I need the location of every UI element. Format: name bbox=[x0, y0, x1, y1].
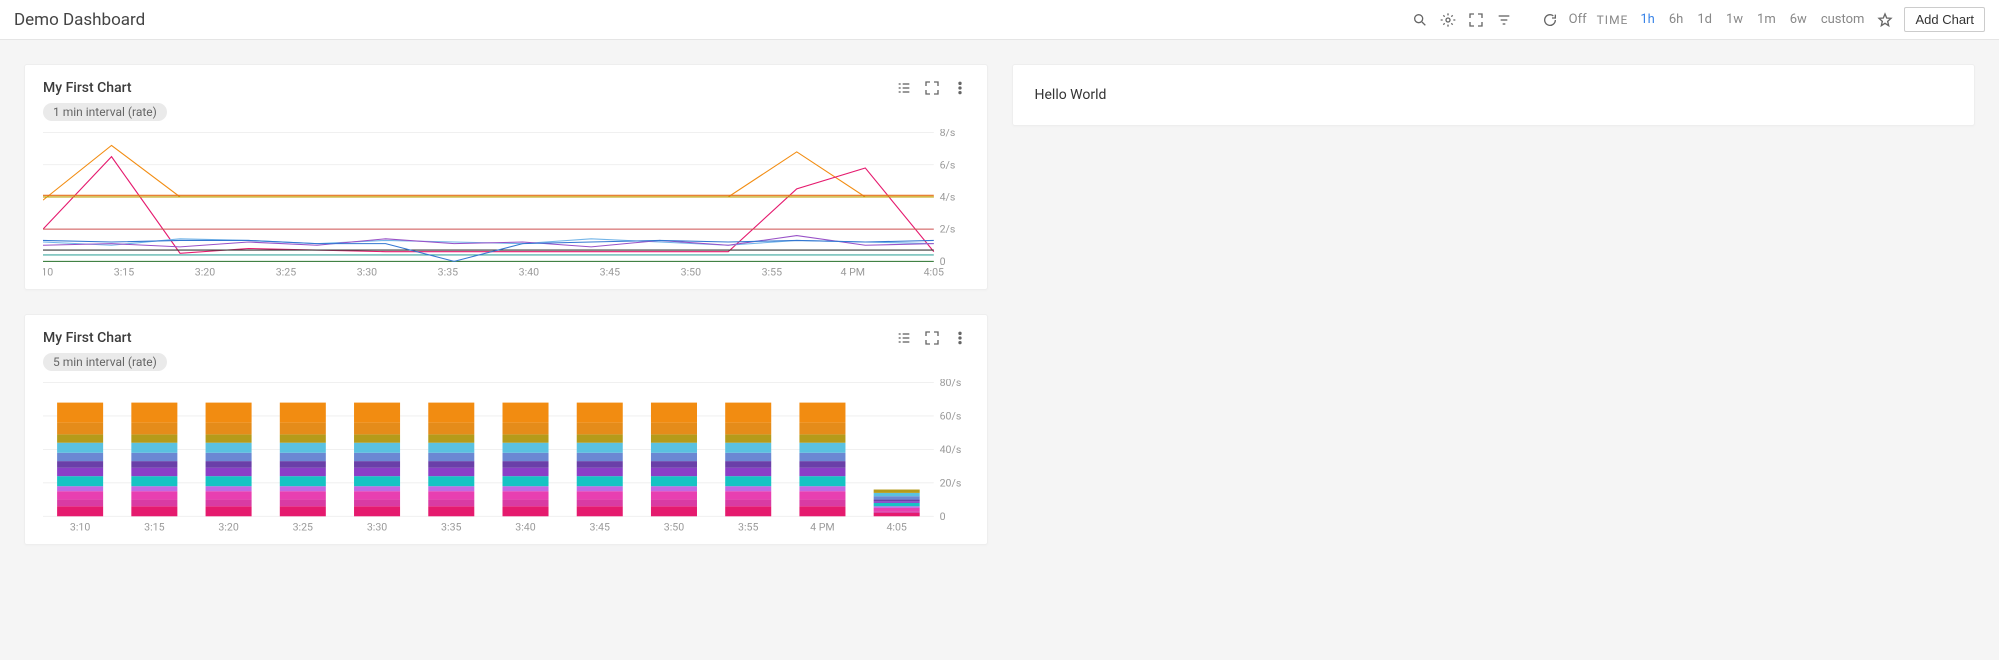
more-icon[interactable] bbox=[951, 329, 969, 347]
chart-1-plot[interactable]: 8/s 6/s 4/s 2/s 0 3:10 3:15 3:20 3:25 3:30 3:35 3:4… bbox=[43, 129, 969, 279]
chart-card-2: My First Chart 5 min interval (rate) 80/… bbox=[24, 314, 988, 545]
svg-text:3:40: 3:40 bbox=[519, 268, 540, 279]
time-range-6h[interactable]: 6h bbox=[1667, 12, 1685, 27]
svg-text:3:45: 3:45 bbox=[600, 268, 621, 279]
legend-icon[interactable] bbox=[895, 329, 913, 347]
expand-icon[interactable] bbox=[923, 329, 941, 347]
time-range-1w[interactable]: 1w bbox=[1724, 12, 1745, 27]
time-range-1m[interactable]: 1m bbox=[1755, 12, 1778, 27]
chart-card-1-actions bbox=[895, 79, 969, 97]
add-chart-button[interactable]: Add Chart bbox=[1904, 7, 1985, 32]
svg-text:4 PM: 4 PM bbox=[841, 268, 866, 279]
chart-card-2-actions bbox=[895, 329, 969, 347]
more-icon[interactable] bbox=[951, 79, 969, 97]
interval-pill[interactable]: 1 min interval (rate) bbox=[43, 103, 167, 121]
text-panel-content: Hello World bbox=[1035, 87, 1953, 103]
svg-text:80/s: 80/s bbox=[940, 379, 962, 389]
svg-text:3:25: 3:25 bbox=[293, 523, 314, 534]
search-icon[interactable] bbox=[1411, 11, 1429, 29]
chart-title: My First Chart bbox=[43, 80, 132, 96]
time-range-1h[interactable]: 1h bbox=[1638, 12, 1656, 27]
svg-text:3:50: 3:50 bbox=[664, 523, 685, 534]
svg-text:3:10: 3:10 bbox=[43, 268, 54, 279]
time-range-6w[interactable]: 6w bbox=[1788, 12, 1809, 27]
svg-text:0: 0 bbox=[940, 512, 946, 523]
svg-text:4:05: 4:05 bbox=[924, 268, 945, 279]
time-range-1d[interactable]: 1d bbox=[1695, 12, 1714, 27]
time-section-label: TIME bbox=[1597, 13, 1629, 27]
svg-text:2/s: 2/s bbox=[940, 225, 956, 236]
svg-text:3:40: 3:40 bbox=[515, 523, 536, 534]
svg-text:4 PM: 4 PM bbox=[810, 523, 835, 534]
page-title: Demo Dashboard bbox=[14, 10, 145, 30]
svg-text:3:50: 3:50 bbox=[681, 268, 702, 279]
right-column: Hello World bbox=[1012, 64, 1976, 126]
svg-text:3:55: 3:55 bbox=[738, 523, 759, 534]
svg-text:3:15: 3:15 bbox=[144, 523, 165, 534]
gear-icon[interactable] bbox=[1439, 11, 1457, 29]
svg-text:3:55: 3:55 bbox=[762, 268, 783, 279]
svg-text:3:25: 3:25 bbox=[276, 268, 297, 279]
svg-text:60/s: 60/s bbox=[940, 412, 962, 423]
svg-text:3:35: 3:35 bbox=[438, 268, 459, 279]
filter-icon[interactable] bbox=[1495, 11, 1513, 29]
svg-text:3:15: 3:15 bbox=[114, 268, 135, 279]
interval-pill[interactable]: 5 min interval (rate) bbox=[43, 353, 167, 371]
expand-icon[interactable] bbox=[923, 79, 941, 97]
legend-icon[interactable] bbox=[895, 79, 913, 97]
chart-card-1-head: My First Chart bbox=[43, 79, 969, 97]
svg-text:8/s: 8/s bbox=[940, 129, 956, 139]
svg-text:3:30: 3:30 bbox=[357, 268, 378, 279]
chart-card-2-head: My First Chart bbox=[43, 329, 969, 347]
fullscreen-icon[interactable] bbox=[1467, 11, 1485, 29]
refresh-icon[interactable] bbox=[1541, 11, 1559, 29]
svg-text:3:45: 3:45 bbox=[590, 523, 611, 534]
svg-text:40/s: 40/s bbox=[940, 445, 962, 456]
svg-text:3:10: 3:10 bbox=[70, 523, 91, 534]
svg-text:0: 0 bbox=[940, 257, 946, 268]
chart-card-1: My First Chart 1 min interval (rate) 8/s… bbox=[24, 64, 988, 290]
svg-text:3:30: 3:30 bbox=[367, 523, 388, 534]
time-range-custom[interactable]: custom bbox=[1819, 12, 1867, 27]
topbar-actions: Off TIME 1h 6h 1d 1w 1m 6w custom Add Chart bbox=[1411, 7, 1985, 32]
chart-title: My First Chart bbox=[43, 330, 132, 346]
svg-text:20/s: 20/s bbox=[940, 479, 962, 490]
dashboard-body: My First Chart 1 min interval (rate) 8/s… bbox=[0, 40, 1999, 569]
svg-text:3:35: 3:35 bbox=[441, 523, 462, 534]
svg-text:4/s: 4/s bbox=[940, 193, 956, 204]
svg-text:6/s: 6/s bbox=[940, 161, 956, 172]
text-panel: Hello World bbox=[1012, 64, 1976, 126]
refresh-state-label[interactable]: Off bbox=[1569, 12, 1587, 27]
topbar: Demo Dashboard Off TIME 1h 6h 1d 1w 1m 6w cust… bbox=[0, 0, 1999, 40]
svg-text:3:20: 3:20 bbox=[218, 523, 239, 534]
svg-text:4:05: 4:05 bbox=[886, 523, 907, 534]
left-column: My First Chart 1 min interval (rate) 8/s… bbox=[24, 64, 988, 545]
chart-2-plot[interactable]: 80/s 60/s 40/s 20/s 0 3:10 3:15 3:20 3:25 3:30 3:3… bbox=[43, 379, 969, 534]
svg-text:3:20: 3:20 bbox=[195, 268, 216, 279]
star-icon[interactable] bbox=[1876, 11, 1894, 29]
